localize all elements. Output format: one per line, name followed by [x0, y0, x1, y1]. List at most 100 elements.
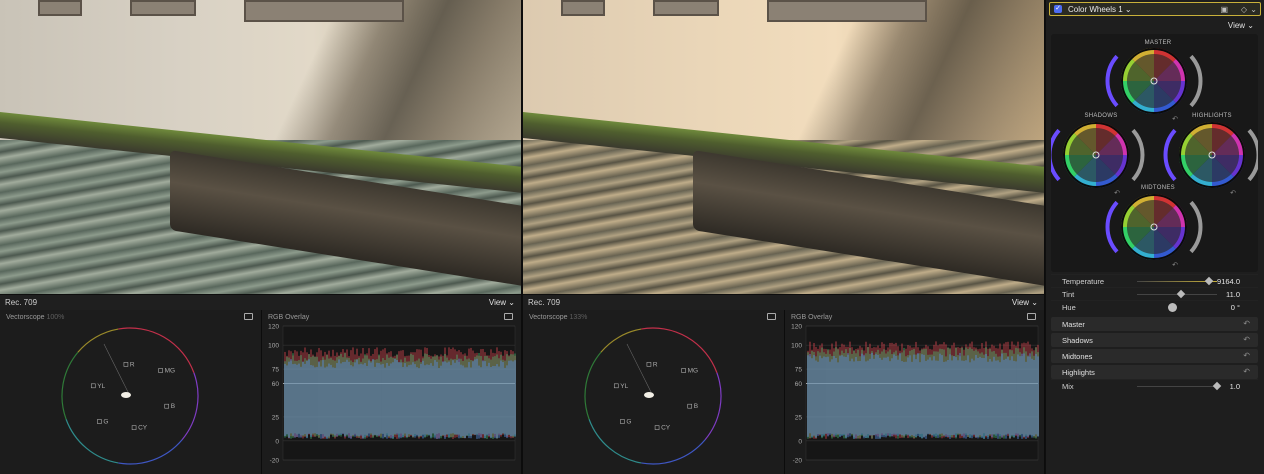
temperature-slider[interactable]: [1137, 276, 1217, 286]
scale-label: 0: [275, 438, 279, 445]
effect-name-menu[interactable]: Color Wheels 1 ⌄: [1068, 5, 1132, 14]
brightness-slider[interactable]: [1131, 128, 1145, 182]
effect-header[interactable]: ✓ Color Wheels 1 ⌄ ▣ ◇ ⌄: [1049, 2, 1261, 16]
param-value[interactable]: 1.0: [1230, 382, 1240, 391]
scale-label: 60: [272, 381, 280, 388]
target-box: [90, 383, 96, 389]
brightness-slider[interactable]: [1247, 128, 1261, 182]
video-frame: [523, 0, 1044, 294]
vectorscope-ring: [181, 372, 199, 441]
color-wheels-panel: MASTER SHADOWS HIGHLIGHTS MIDTONES ↶ ↶ ↶ ↶: [1047, 34, 1261, 272]
master-wheel[interactable]: ↶: [1105, 48, 1203, 123]
scale-label: 120: [268, 324, 279, 331]
reset-icon[interactable]: ↶: [1243, 319, 1250, 328]
window-image-region: [130, 0, 196, 16]
param-value[interactable]: 0 °: [1231, 303, 1240, 312]
target-label: MG: [688, 368, 698, 375]
mix-row[interactable]: Mix 1.0: [1051, 379, 1258, 392]
target-box: [164, 403, 170, 409]
viewer-before[interactable]: [0, 0, 521, 294]
scale-label: 60: [795, 381, 803, 388]
target-label: G: [626, 419, 631, 426]
target-box: [97, 419, 102, 424]
vectorscope-ring: [65, 419, 119, 464]
vectorscope-ring: [641, 439, 706, 465]
inspector-view-menu[interactable]: View ⌄: [1228, 21, 1254, 30]
vectorscope-ring: [588, 419, 642, 464]
scale-label: 100: [791, 343, 802, 350]
scale-label: 25: [795, 414, 803, 421]
section-highlights[interactable]: Highlights ↶: [1051, 365, 1258, 379]
section-midtones[interactable]: Midtones ↶: [1051, 349, 1258, 363]
section-label: Master: [1062, 320, 1085, 329]
section-label: Highlights: [1062, 368, 1095, 377]
section-master[interactable]: Master ↶: [1051, 317, 1258, 331]
vectorscope-ring: [600, 328, 642, 353]
param-label: Tint: [1062, 290, 1075, 299]
color-wheels[interactable]: ↶ ↶ ↶ ↶: [1047, 34, 1261, 272]
slider-knob[interactable]: [1176, 289, 1186, 299]
window-image-region: [561, 0, 605, 16]
vectorscope-ring: [118, 439, 183, 465]
target-label: R: [130, 361, 135, 368]
target-label: CY: [138, 425, 148, 432]
rgb-overlay-plot: 120 100 75 60 25 0 -20: [268, 324, 516, 465]
scale-label: 100: [268, 343, 279, 350]
effect-enabled-checkbox[interactable]: ✓: [1054, 5, 1062, 13]
saturation-slider[interactable]: [1047, 128, 1061, 182]
tint-row[interactable]: Tint 11.0: [1051, 287, 1258, 300]
temperature-row[interactable]: Temperature 9164.0: [1051, 274, 1258, 287]
param-value[interactable]: 9164.0: [1217, 277, 1240, 286]
window-image-region: [38, 0, 82, 16]
reset-icon[interactable]: ↶: [1114, 190, 1120, 197]
param-value[interactable]: 11.0: [1226, 290, 1240, 299]
rgb-overlay-left: RGB Overlay 120 100 75 60 25 0 -20: [262, 310, 521, 474]
view-menu-button[interactable]: View ⌄: [1012, 298, 1038, 307]
video-frame: [0, 0, 521, 294]
slider-knob[interactable]: [1204, 276, 1214, 286]
color-inspector: ✓ Color Wheels 1 ⌄ ▣ ◇ ⌄ View ⌄ MASTER S…: [1045, 0, 1264, 474]
target-box: [131, 425, 137, 430]
target-label: B: [694, 403, 698, 410]
hue-dial[interactable]: [1168, 303, 1177, 312]
midtones-wheel[interactable]: ↶: [1105, 194, 1203, 269]
reset-icon[interactable]: ↶: [1230, 190, 1236, 197]
preset-icon[interactable]: ▣: [1220, 5, 1228, 14]
reset-icon[interactable]: ↶: [1243, 335, 1250, 344]
param-label: Mix: [1062, 382, 1074, 391]
saturation-slider[interactable]: [1105, 200, 1119, 254]
target-box: [123, 362, 129, 367]
vectorscope-graticule: R MG B CY G YL: [584, 327, 722, 465]
target-box: [620, 419, 625, 424]
brightness-slider[interactable]: [1189, 54, 1203, 108]
scale-label: 75: [272, 367, 280, 374]
keyframe-icon[interactable]: ◇: [1241, 5, 1247, 14]
hue-row[interactable]: Hue 0 °: [1051, 300, 1258, 313]
chevron-down-icon[interactable]: ⌄: [1250, 5, 1257, 14]
mix-slider[interactable]: [1137, 381, 1222, 391]
window-image-region: [244, 0, 404, 22]
target-label: R: [653, 361, 658, 368]
wheel-label-midtones: MIDTONES: [1141, 185, 1175, 191]
viewer-after[interactable]: [523, 0, 1044, 294]
section-shadows[interactable]: Shadows ↶: [1051, 333, 1258, 347]
reset-icon[interactable]: ↶: [1243, 351, 1250, 360]
brightness-slider[interactable]: [1189, 200, 1203, 254]
rgb-overlay-plot: 120 100 75 60 25 0 -20: [791, 324, 1039, 465]
reset-icon[interactable]: ↶: [1243, 367, 1250, 376]
target-label: G: [103, 419, 108, 426]
view-menu-button[interactable]: View ⌄: [489, 298, 515, 307]
vectorscope-trace: [121, 392, 131, 398]
wheel-label-highlights: HIGHLIGHTS: [1192, 113, 1232, 119]
scope-format-label: Rec. 709: [5, 298, 38, 307]
scope-bar-right: Rec. 709 View ⌄: [523, 294, 1044, 310]
tint-slider[interactable]: [1137, 289, 1217, 299]
vectorscope-right: Vectorscope 133% R MG B CY G YL: [523, 310, 784, 474]
param-label: Temperature: [1062, 277, 1105, 286]
saturation-slider[interactable]: [1105, 54, 1119, 108]
target-label: MG: [165, 368, 175, 375]
slider-knob[interactable]: [1212, 381, 1222, 391]
saturation-slider[interactable]: [1163, 128, 1177, 182]
reset-icon[interactable]: ↶: [1172, 262, 1178, 269]
target-label: YL: [97, 383, 105, 390]
